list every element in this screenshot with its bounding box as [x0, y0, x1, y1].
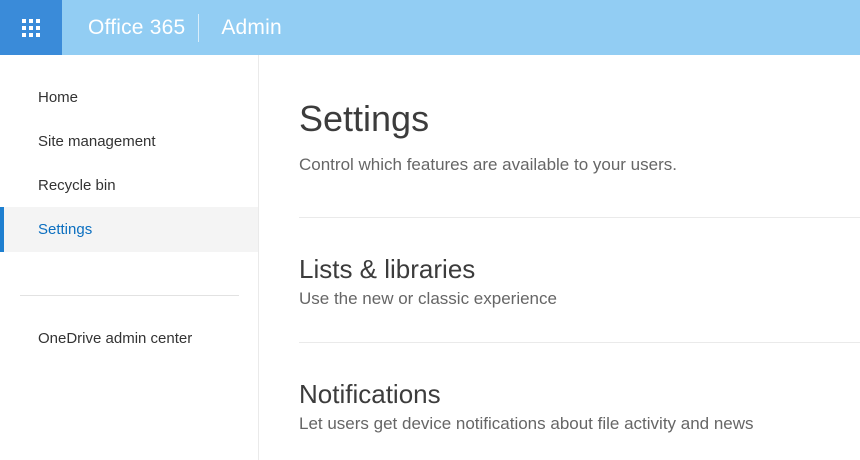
sidebar-item-home[interactable]: Home	[0, 75, 258, 119]
section-heading-notifications: Notifications	[299, 379, 441, 409]
settings-section-lists-libraries: Lists & libraries Use the new or classic…	[299, 253, 860, 311]
sidebar-item-recycle-bin[interactable]: Recycle bin	[0, 163, 258, 207]
section-description-notifications: Let users get device notifications about…	[299, 414, 754, 433]
sidebar-item-onedrive-admin-center[interactable]: OneDrive admin center	[0, 316, 258, 360]
brand-title[interactable]: Office 365	[88, 16, 185, 40]
page-subtitle: Control which features are available to …	[299, 155, 677, 174]
header-section-title: Admin	[221, 15, 282, 39]
content-divider	[299, 217, 860, 218]
sidebar-divider	[20, 295, 239, 296]
sidebar-item-site-management[interactable]: Site management	[0, 119, 258, 163]
content-divider	[299, 342, 860, 343]
settings-section-notifications: Notifications Let users get device notif…	[299, 378, 860, 436]
office365-admin-app: Office 365 Admin Home Site management Re…	[0, 0, 860, 460]
page-title: Settings	[299, 98, 430, 139]
sidebar: Home Site management Recycle bin Setting…	[0, 55, 259, 460]
main-content: Settings Control which features are avai…	[259, 55, 860, 460]
section-heading-lists-libraries: Lists & libraries	[299, 254, 476, 284]
app-frame: Home Site management Recycle bin Setting…	[0, 55, 860, 460]
waffle-icon	[22, 18, 40, 37]
section-description-lists-libraries: Use the new or classic experience	[299, 289, 557, 308]
header-divider	[198, 13, 200, 42]
suite-bar: Office 365 Admin	[0, 0, 860, 55]
sidebar-item-settings[interactable]: Settings	[0, 207, 258, 252]
app-launcher-button[interactable]	[0, 0, 62, 55]
